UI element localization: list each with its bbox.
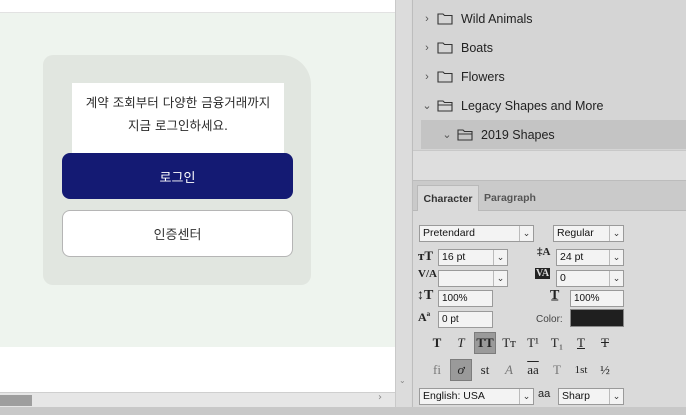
horizontal-scale-field[interactable]: 100% bbox=[570, 290, 624, 307]
font-size-icon: ᴛT bbox=[418, 248, 434, 263]
tracking-dropdown[interactable]: 0 ⌄ bbox=[556, 270, 624, 287]
shape-group-label: Boats bbox=[461, 40, 493, 55]
chevron-right-icon[interactable]: › bbox=[421, 71, 433, 83]
underline-button[interactable]: T bbox=[570, 332, 592, 354]
certification-center-button[interactable]: 인증센터 bbox=[62, 210, 293, 257]
shape-group-label: Legacy Shapes and More bbox=[461, 98, 604, 113]
shape-group-label: 2019 Shapes bbox=[481, 127, 555, 142]
chevron-down-icon[interactable]: ⌄ bbox=[421, 99, 433, 112]
shape-group-row[interactable]: › Boats bbox=[421, 33, 493, 62]
tracking-value: 0 bbox=[560, 272, 566, 284]
font-style-dropdown[interactable]: Regular ⌄ bbox=[553, 225, 624, 242]
chevron-down-icon[interactable]: ⌄ bbox=[609, 271, 623, 286]
stylistic-alternates-button[interactable]: aa bbox=[522, 359, 544, 381]
font-style-value: Regular bbox=[557, 227, 594, 239]
shape-group-row-selected[interactable]: ⌄ 2019 Shapes bbox=[421, 120, 686, 149]
shapes-panel-footer bbox=[413, 150, 686, 180]
character-panel: Character Paragraph Pretendard ⌄ Regular… bbox=[412, 180, 686, 407]
text-color-swatch[interactable] bbox=[570, 309, 624, 327]
canvas-top-strip bbox=[0, 0, 395, 13]
scroll-down-icon[interactable]: ⌄ bbox=[399, 376, 406, 385]
discretionary-ligatures-button[interactable]: ơ bbox=[450, 359, 472, 381]
shapes-panel: › Wild Animals › Boats › Flowers ⌄ Legac… bbox=[412, 0, 686, 180]
ordinals-button[interactable]: 1st bbox=[570, 359, 592, 381]
swash-button[interactable]: A bbox=[498, 359, 520, 381]
strikethrough-button[interactable]: T bbox=[594, 332, 616, 354]
vertical-scale-field[interactable]: 100% bbox=[438, 290, 493, 307]
scrollbar-thumb[interactable] bbox=[0, 395, 32, 406]
chevron-down-icon[interactable]: ⌄ bbox=[609, 226, 623, 241]
scroll-right-icon[interactable]: › bbox=[378, 392, 382, 403]
faux-italic-button[interactable]: T bbox=[450, 332, 472, 354]
login-button[interactable]: 로그인 bbox=[62, 153, 293, 199]
tracking-icon: VA bbox=[535, 268, 551, 279]
chevron-down-icon[interactable]: ⌄ bbox=[519, 389, 533, 404]
chevron-down-icon[interactable]: ⌄ bbox=[519, 226, 533, 241]
leading-dropdown[interactable]: 24 pt ⌄ bbox=[556, 249, 624, 266]
baseline-shift-icon: Aª bbox=[418, 310, 431, 324]
contextual-alternates-button[interactable]: st bbox=[474, 359, 496, 381]
superscript-button[interactable]: T¹ bbox=[522, 332, 544, 354]
color-label: Color: bbox=[536, 314, 563, 325]
card-message-line1: 계약 조회부터 다양한 금융거래까지 bbox=[85, 95, 271, 110]
leading-value: 24 pt bbox=[560, 251, 584, 263]
folder-icon bbox=[437, 71, 453, 83]
horizontal-scrollbar[interactable]: › bbox=[0, 392, 395, 407]
antialias-dropdown[interactable]: Sharp ⌄ bbox=[558, 388, 624, 405]
font-family-value: Pretendard bbox=[423, 227, 475, 239]
folder-open-icon bbox=[457, 129, 473, 141]
shape-group-row[interactable]: › Wild Animals bbox=[421, 4, 533, 33]
ligatures-button[interactable]: fi bbox=[426, 359, 448, 381]
vertical-scale-icon: ↕T bbox=[417, 288, 434, 303]
font-size-value: 16 pt bbox=[442, 251, 466, 263]
chevron-down-icon[interactable]: ⌄ bbox=[493, 250, 507, 265]
shape-group-row[interactable]: ⌄ Legacy Shapes and More bbox=[421, 91, 603, 120]
panel-tab-strip: Character Paragraph bbox=[413, 181, 686, 211]
baseline-shift-field[interactable]: 0 pt bbox=[438, 311, 493, 328]
card-message-line2: 지금 로그인하세요. bbox=[128, 118, 228, 133]
shape-group-label: Flowers bbox=[461, 69, 505, 84]
horizontal-scale-icon: T̲ bbox=[550, 288, 560, 303]
chevron-down-icon[interactable]: ⌄ bbox=[441, 128, 453, 141]
canvas-bottom-strip bbox=[0, 347, 395, 392]
chevron-right-icon[interactable]: › bbox=[421, 42, 433, 54]
shape-group-row[interactable]: › Flowers bbox=[421, 62, 505, 91]
small-caps-button[interactable]: Tт bbox=[498, 332, 520, 354]
status-bar bbox=[0, 407, 686, 415]
font-size-dropdown[interactable]: 16 pt ⌄ bbox=[438, 249, 508, 266]
tab-character[interactable]: Character bbox=[417, 185, 479, 211]
fractions-button[interactable]: ½ bbox=[594, 359, 616, 381]
chevron-down-icon[interactable]: ⌄ bbox=[609, 250, 623, 265]
language-value: English: USA bbox=[423, 390, 485, 402]
kerning-dropdown[interactable]: ⌄ bbox=[438, 270, 508, 287]
folder-icon bbox=[437, 42, 453, 54]
all-caps-button[interactable]: TT bbox=[474, 332, 496, 354]
antialias-value: Sharp bbox=[562, 390, 591, 402]
leading-icon: ‡A bbox=[537, 246, 551, 258]
chevron-down-icon[interactable]: ⌄ bbox=[609, 389, 623, 404]
subscript-button[interactable]: T₁ bbox=[546, 332, 568, 354]
kerning-icon: V/A bbox=[418, 268, 437, 280]
font-family-dropdown[interactable]: Pretendard ⌄ bbox=[419, 225, 534, 242]
folder-icon bbox=[437, 13, 453, 25]
tab-paragraph[interactable]: Paragraph bbox=[481, 185, 539, 211]
chevron-down-icon[interactable]: ⌄ bbox=[493, 271, 507, 286]
titling-alternates-button[interactable]: T bbox=[546, 359, 568, 381]
faux-bold-button[interactable]: T bbox=[426, 332, 448, 354]
antialias-icon: aa bbox=[538, 388, 551, 400]
shape-group-label: Wild Animals bbox=[461, 11, 533, 26]
chevron-right-icon[interactable]: › bbox=[421, 13, 433, 25]
folder-open-icon bbox=[437, 100, 453, 112]
language-dropdown[interactable]: English: USA ⌄ bbox=[419, 388, 534, 405]
vertical-scrollbar[interactable] bbox=[395, 0, 411, 407]
